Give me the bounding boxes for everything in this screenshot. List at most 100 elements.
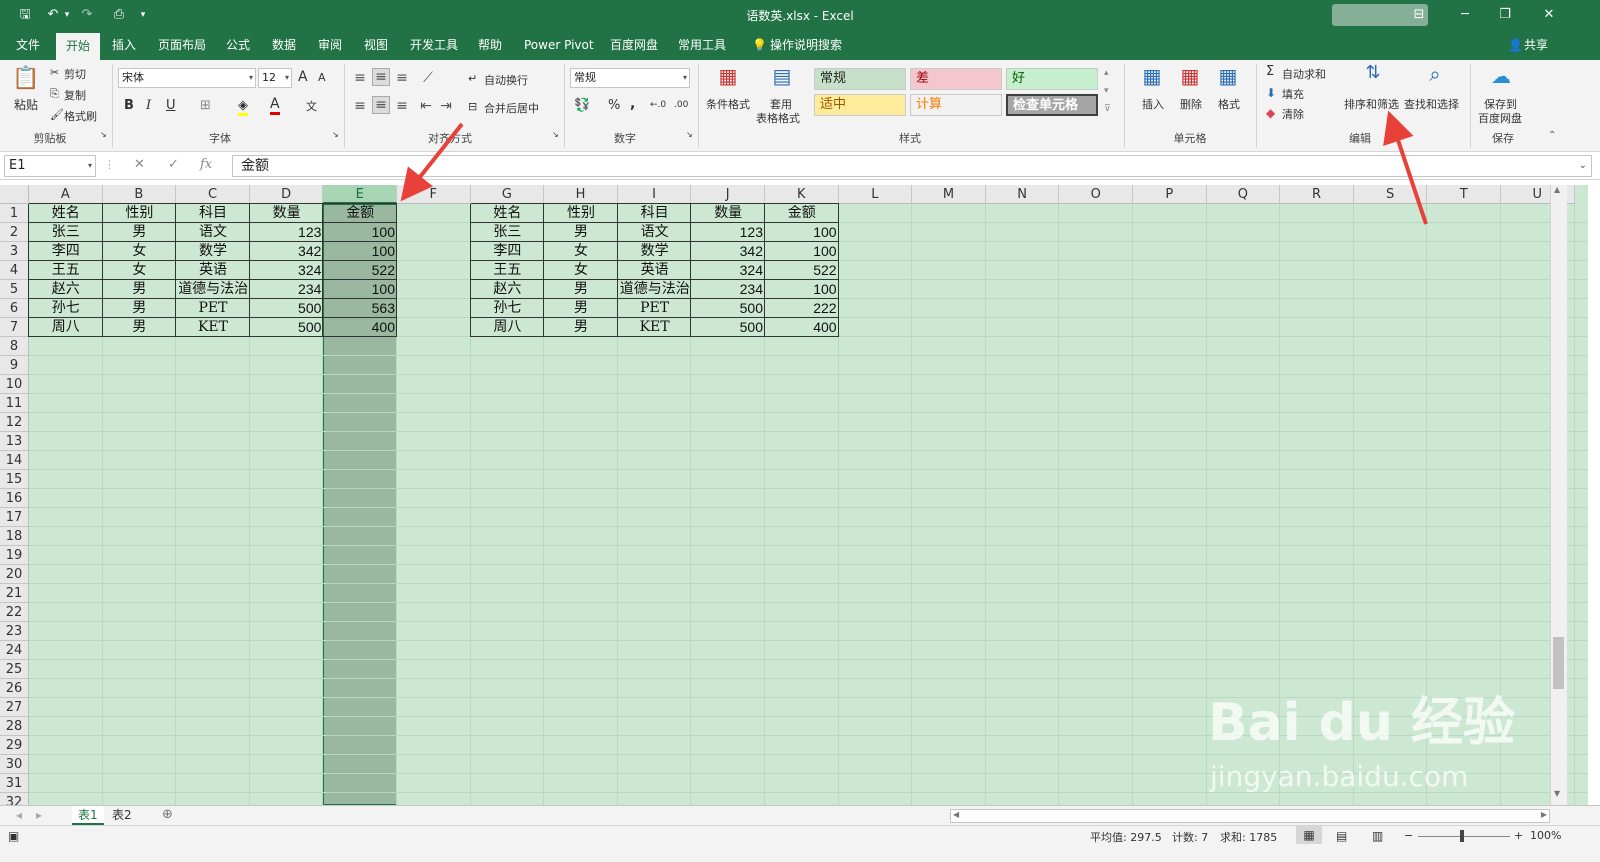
data-cell[interactable]: 男: [103, 299, 177, 318]
format-cells-button[interactable]: 格式: [1218, 96, 1240, 112]
macro-record-icon[interactable]: ▣: [8, 829, 19, 843]
data-cell[interactable]: 100: [323, 280, 397, 299]
data-cell[interactable]: 孙七: [471, 299, 545, 318]
gallery-more-icon[interactable]: ⊽: [1104, 104, 1111, 114]
data-cell[interactable]: 赵六: [471, 280, 545, 299]
decrease-indent-icon[interactable]: ⇤: [418, 98, 434, 114]
data-cell[interactable]: 123: [691, 223, 765, 242]
horizontal-scrollbar[interactable]: ◀ ▶: [950, 809, 1550, 823]
data-cell[interactable]: 道德与法治: [176, 280, 250, 299]
row-header-1[interactable]: 1: [0, 204, 29, 223]
column-header-l[interactable]: L: [838, 185, 913, 204]
cell-style-4[interactable]: 计算: [910, 94, 1002, 116]
data-cell[interactable]: 500: [691, 318, 765, 337]
row-header-18[interactable]: 18: [0, 527, 29, 546]
tell-me-search[interactable]: 操作说明搜索: [760, 30, 852, 60]
sheet-tab-1[interactable]: 表1: [72, 806, 104, 825]
data-cell[interactable]: 男: [103, 223, 177, 242]
data-cell[interactable]: 500: [250, 318, 324, 337]
data-cell[interactable]: 500: [250, 299, 324, 318]
data-cell[interactable]: 342: [691, 242, 765, 261]
header-cell[interactable]: 姓名: [471, 204, 545, 223]
column-header-c[interactable]: C: [176, 185, 250, 204]
cut-button[interactable]: 剪切: [64, 66, 86, 82]
column-header-j[interactable]: J: [691, 185, 765, 204]
share-button[interactable]: 共享: [1514, 30, 1558, 60]
fill-color-icon[interactable]: ◈: [238, 98, 248, 116]
data-cell[interactable]: 342: [250, 242, 324, 261]
header-cell[interactable]: 数量: [250, 204, 324, 223]
clipboard-launcher-icon[interactable]: ↘: [100, 130, 107, 139]
vertical-scroll-thumb[interactable]: [1553, 637, 1564, 689]
scroll-right-icon[interactable]: ▶: [1541, 810, 1547, 819]
header-cell[interactable]: 金额: [323, 204, 397, 223]
data-cell[interactable]: 女: [544, 242, 618, 261]
tab-page-layout[interactable]: 页面布局: [148, 30, 216, 60]
increase-indent-icon[interactable]: ⇥: [438, 98, 454, 114]
select-all-corner[interactable]: [0, 185, 29, 204]
column-header-p[interactable]: P: [1133, 185, 1207, 204]
data-cell[interactable]: 李四: [29, 242, 103, 261]
name-box[interactable]: E1 ▾: [4, 155, 96, 177]
add-sheet-icon[interactable]: ⊕: [156, 806, 179, 825]
border-icon[interactable]: ⊞: [200, 98, 211, 113]
data-cell[interactable]: 123: [250, 223, 324, 242]
font-size-select[interactable]: 12 ▾: [258, 68, 292, 88]
percent-button[interactable]: %: [608, 98, 620, 113]
tab-review[interactable]: 审阅: [308, 30, 352, 60]
alignment-launcher-icon[interactable]: ↘: [552, 130, 559, 139]
baidu-cloud-icon[interactable]: ☁: [1486, 64, 1516, 88]
clear-button[interactable]: 清除: [1282, 106, 1304, 122]
align-center-icon[interactable]: ≡: [372, 96, 390, 114]
data-cell[interactable]: 500: [691, 299, 765, 318]
header-cell[interactable]: 姓名: [29, 204, 103, 223]
cancel-edit-icon[interactable]: ✕: [134, 157, 145, 172]
data-cell[interactable]: 324: [250, 261, 324, 280]
delete-cells-button[interactable]: 删除: [1180, 96, 1202, 112]
tab-data[interactable]: 数据: [262, 30, 306, 60]
row-header-11[interactable]: 11: [0, 394, 29, 413]
tab-file[interactable]: 文件: [6, 30, 50, 60]
restore-button[interactable]: ❐: [1490, 4, 1520, 26]
gallery-down-icon[interactable]: ▾: [1104, 86, 1109, 96]
copy-button[interactable]: 复制: [64, 87, 86, 103]
cell-style-3[interactable]: 适中: [814, 94, 906, 116]
gallery-up-icon[interactable]: ▴: [1104, 68, 1109, 78]
row-header-5[interactable]: 5: [0, 280, 29, 299]
data-cell[interactable]: 周八: [471, 318, 545, 337]
data-cell[interactable]: 522: [323, 261, 397, 280]
data-cell[interactable]: 女: [544, 261, 618, 280]
comma-button[interactable]: ,: [630, 96, 635, 112]
row-header-6[interactable]: 6: [0, 299, 29, 318]
page-layout-view-icon[interactable]: ▤: [1336, 829, 1347, 843]
data-cell[interactable]: 男: [544, 318, 618, 337]
autosum-button[interactable]: 自动求和: [1282, 66, 1326, 82]
header-cell[interactable]: 性别: [103, 204, 177, 223]
find-select-button[interactable]: 查找和选择: [1404, 96, 1459, 112]
data-cell[interactable]: 英语: [176, 261, 250, 280]
data-cell[interactable]: 道德与法治: [618, 280, 692, 299]
header-cell[interactable]: 性别: [544, 204, 618, 223]
row-header-26[interactable]: 26: [0, 679, 29, 698]
minimize-button[interactable]: ─: [1450, 4, 1480, 26]
row-header-7[interactable]: 7: [0, 318, 29, 337]
data-cell[interactable]: 100: [323, 223, 397, 242]
worksheet-grid[interactable]: ABCDEFGHIJKLMNOPQRSTU 1 2 3 4 5 6 7 8 9 10 11 12 13 1…: [0, 185, 1588, 805]
data-cell[interactable]: 张三: [29, 223, 103, 242]
data-cell[interactable]: KET: [618, 318, 692, 337]
tab-view[interactable]: 视图: [354, 30, 398, 60]
data-cell[interactable]: 李四: [471, 242, 545, 261]
data-cell[interactable]: 100: [765, 280, 839, 299]
column-header-s[interactable]: S: [1353, 185, 1428, 204]
data-cell[interactable]: 张三: [471, 223, 545, 242]
row-header-14[interactable]: 14: [0, 451, 29, 470]
tab-developer[interactable]: 开发工具: [400, 30, 468, 60]
column-header-b[interactable]: B: [102, 185, 177, 204]
number-format-select[interactable]: 常规 ▾: [570, 68, 690, 88]
confirm-edit-icon[interactable]: ✓: [168, 157, 179, 172]
data-cell[interactable]: 周八: [29, 318, 103, 337]
data-cell[interactable]: 数学: [618, 242, 692, 261]
row-header-8[interactable]: 8: [0, 337, 29, 356]
column-header-i[interactable]: I: [617, 185, 692, 204]
data-cell[interactable]: 王五: [471, 261, 545, 280]
